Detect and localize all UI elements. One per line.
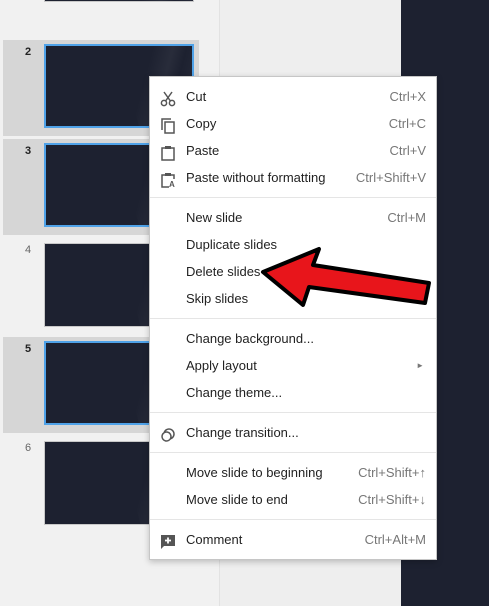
menu-item-shortcut: Ctrl+Shift+V [355,170,426,185]
menu-item-label: Paste [186,143,220,158]
menu-item-label: Move slide to end [186,492,288,507]
menu-item-label: Change theme... [186,385,283,400]
submenu-arrow-icon: ► [416,361,424,370]
context-menu: Cut Ctrl+X Copy Ctrl+C Paste Ctrl+V A Pa… [149,76,437,560]
menu-item-shortcut: Ctrl+C [388,116,426,131]
menu-item-label: Skip slides [186,291,249,306]
clipboard-icon [160,143,176,161]
menu-item-label: New slide [186,210,243,225]
menu-item-label: Delete slides [186,264,261,279]
menu-item-label: Paste without formatting [186,170,326,185]
slide-number: 4 [25,244,32,256]
menu-item-shortcut: Ctrl+Shift+↓ [358,492,426,507]
svg-text:A: A [169,180,175,188]
menu-item-new-slide[interactable]: New slide Ctrl+M [150,204,436,231]
menu-item-copy[interactable]: Copy Ctrl+C [150,110,436,137]
slide-row-1[interactable] [3,0,199,34]
slide-number: 3 [25,145,32,157]
menu-item-shortcut: Ctrl+Alt+M [364,532,426,547]
menu-item-shortcut: Ctrl+X [389,89,426,104]
slide-number: 2 [25,46,32,58]
menu-item-move-to-beginning[interactable]: Move slide to beginning Ctrl+Shift+↑ [150,459,436,486]
menu-item-label: Change background... [186,331,314,346]
menu-item-shortcut: Ctrl+V [389,143,426,158]
menu-item-cut[interactable]: Cut Ctrl+X [150,83,436,110]
menu-item-change-background[interactable]: Change background... [150,325,436,352]
menu-separator [150,318,436,319]
menu-separator [150,197,436,198]
menu-item-shortcut: Ctrl+M [387,210,426,225]
transition-icon [160,425,176,442]
add-comment-icon [160,532,176,549]
slide-number: 5 [25,343,32,355]
red-arrow-icon [261,247,431,307]
menu-separator [150,452,436,453]
copy-icon [160,116,176,134]
menu-item-label: Comment [186,532,243,547]
menu-item-label: Apply layout [186,358,257,373]
menu-item-change-theme[interactable]: Change theme... [150,379,436,406]
menu-item-move-to-end[interactable]: Move slide to end Ctrl+Shift+↓ [150,486,436,513]
menu-item-label: Move slide to beginning [186,465,323,480]
menu-item-label: Copy [186,116,217,131]
menu-item-shortcut: Ctrl+Shift+↑ [358,465,426,480]
menu-item-paste[interactable]: Paste Ctrl+V [150,137,436,164]
menu-item-change-transition[interactable]: Change transition... [150,419,436,446]
menu-separator [150,412,436,413]
slide-thumbnail[interactable] [44,0,194,2]
menu-item-label: Change transition... [186,425,299,440]
menu-item-comment[interactable]: Comment Ctrl+Alt+M [150,526,436,553]
menu-item-paste-without-formatting[interactable]: A Paste without formatting Ctrl+Shift+V [150,164,436,191]
menu-separator [150,519,436,520]
slide-number: 6 [25,442,32,454]
clipboard-text-icon: A [160,170,176,189]
menu-item-label: Cut [186,89,207,104]
menu-item-apply-layout[interactable]: Apply layout ► [150,352,436,379]
scissors-icon [160,89,176,107]
